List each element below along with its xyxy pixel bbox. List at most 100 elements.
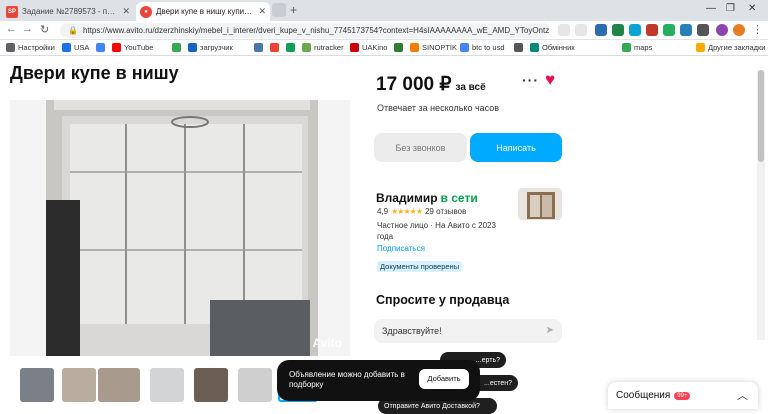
- bookmark-misc3[interactable]: [514, 43, 523, 52]
- tab-title: Задание №2789573 - просмотр з: [22, 7, 119, 16]
- bookmark-loader[interactable]: загрузчик: [188, 43, 233, 52]
- close-window-icon[interactable]: ✕: [748, 3, 756, 14]
- weather-icon: [410, 43, 419, 52]
- chevron-up-icon[interactable]: ︿: [737, 387, 748, 403]
- update-icon[interactable]: [733, 24, 745, 36]
- google-icon: [460, 43, 469, 52]
- tab-favicon-icon[interactable]: [272, 3, 286, 17]
- price: 17 000 ₽ за всё: [376, 73, 486, 96]
- thumbnail[interactable]: [62, 368, 96, 402]
- minimize-icon[interactable]: —: [706, 3, 716, 14]
- bookmark-btc[interactable]: btc to usd: [460, 43, 505, 52]
- extension-icon[interactable]: [612, 24, 624, 36]
- menu-icon[interactable]: ⋮: [752, 23, 763, 36]
- vk-icon: [254, 43, 263, 52]
- rutracker-icon: [302, 43, 311, 52]
- thumbnail[interactable]: [150, 368, 184, 402]
- bookmark-settings[interactable]: Настройки: [6, 43, 55, 52]
- extension-icon[interactable]: [680, 24, 692, 36]
- forward-icon[interactable]: →: [22, 23, 33, 35]
- close-tab-icon[interactable]: ✕: [258, 6, 266, 17]
- reviews-count: 29 отзывов: [424, 207, 467, 216]
- avito-favicon-icon: ●: [140, 5, 152, 18]
- bookmark-exchanger[interactable]: Обмінник: [530, 43, 575, 52]
- tab-avito[interactable]: ● Двери купе в нишу купить в Дзе ✕: [136, 2, 270, 21]
- bookmark-rutracker[interactable]: rutracker: [302, 43, 344, 52]
- avito-watermark: Avito: [312, 336, 342, 350]
- tab-title: Двери купе в нишу купить в Дзе: [156, 7, 254, 16]
- main-photo[interactable]: Avito: [10, 100, 350, 356]
- bookmark-maps[interactable]: maps: [622, 43, 652, 52]
- seller-rating[interactable]: 4,9 ★★★★★ 29 отзывов: [377, 207, 466, 216]
- page-scrollbar[interactable]: [757, 70, 765, 340]
- extension-icon[interactable]: [663, 24, 675, 36]
- more-options-icon[interactable]: ···: [522, 72, 539, 88]
- subscribe-link[interactable]: Подписаться: [377, 244, 425, 253]
- new-tab-icon[interactable]: +: [290, 3, 297, 17]
- extension-icon[interactable]: [646, 24, 658, 36]
- address-bar[interactable]: 🔒 https://www.avito.ru/dzerzhinskiy/mebe…: [60, 23, 550, 38]
- messages-panel[interactable]: Сообщения 99+ ︿: [608, 382, 758, 409]
- bookmark-icon: [514, 43, 523, 52]
- sp-favicon-icon: SP: [6, 5, 18, 18]
- bookmark-vk[interactable]: [254, 43, 263, 52]
- ask-seller-input[interactable]: Здравствуйте! ➤: [374, 319, 562, 343]
- reload-icon[interactable]: ↻: [40, 23, 49, 36]
- toast-add-button[interactable]: Добавить: [419, 369, 469, 389]
- no-calls-button[interactable]: Без звонков: [374, 133, 467, 162]
- share-icon[interactable]: [558, 24, 570, 36]
- bookmark-misc2[interactable]: [394, 43, 403, 52]
- seller-name-text: Владимир: [376, 191, 438, 205]
- address-toolbar: ← → ↻ 🔒 https://www.avito.ru/dzerzhinski…: [0, 21, 768, 40]
- thumbnail[interactable]: [20, 368, 54, 402]
- online-status: в сети: [440, 191, 478, 205]
- close-tab-icon[interactable]: ✕: [122, 6, 130, 17]
- bookmark-google[interactable]: [96, 43, 105, 52]
- ask-input-value: Здравствуйте!: [382, 326, 442, 336]
- rating-value: 4,9: [377, 207, 389, 216]
- maps-icon: [622, 43, 631, 52]
- extension-icon[interactable]: [595, 24, 607, 36]
- seller-avatar[interactable]: [518, 188, 562, 220]
- toast-text: Объявление можно добавить в подборку: [289, 370, 405, 389]
- url-text: https://www.avito.ru/dzerzhinskiy/mebel_…: [82, 26, 550, 35]
- listing-page: Двери купе в нишу Avito 17 000 ₽за всё: [0, 56, 768, 414]
- send-icon[interactable]: ➤: [546, 325, 554, 336]
- tab-task[interactable]: SP Задание №2789573 - просмотр з ✕: [2, 2, 134, 21]
- star-icon[interactable]: [575, 24, 587, 36]
- youtube-icon: [112, 43, 121, 52]
- bookmark-uakino[interactable]: UAKino: [350, 43, 387, 52]
- favorite-heart-icon[interactable]: ♥: [545, 70, 555, 90]
- bookmarks-bar: Настройки USA YouTube загрузчик rutracke…: [0, 40, 768, 56]
- back-icon[interactable]: ←: [6, 23, 17, 35]
- bookmark-misc[interactable]: [286, 43, 295, 52]
- extension-icon[interactable]: [629, 24, 641, 36]
- messages-badge: 99+: [674, 391, 691, 400]
- profile-avatar-icon[interactable]: [716, 24, 728, 36]
- bookmark-icon: [394, 43, 403, 52]
- bookmark-sinoptik[interactable]: SINOPTIK: [410, 43, 457, 52]
- write-button[interactable]: Написать: [470, 133, 562, 162]
- mail-icon: [270, 43, 279, 52]
- drive-icon: [172, 43, 181, 52]
- bookmark-other[interactable]: Другие закладки: [696, 43, 765, 52]
- thumbnail[interactable]: [194, 368, 228, 402]
- bookmark-usa[interactable]: USA: [62, 43, 89, 52]
- folder-icon: [696, 43, 705, 52]
- seller-avatar-image: [519, 189, 561, 219]
- price-value: 17 000 ₽: [376, 74, 452, 95]
- gear-icon: [6, 43, 15, 52]
- bookmark-youtube[interactable]: YouTube: [112, 43, 153, 52]
- folder-icon: [62, 43, 71, 52]
- extensions-puzzle-icon[interactable]: [697, 24, 709, 36]
- browser-tab-bar: SP Задание №2789573 - просмотр з ✕ ● Две…: [0, 0, 768, 21]
- bookmark-drive[interactable]: [172, 43, 181, 52]
- seller-name[interactable]: Владимир в сети: [376, 191, 478, 205]
- wardrobe-photo-image: [10, 100, 350, 356]
- thumbnail[interactable]: [238, 368, 272, 402]
- thumbnail[interactable]: [98, 368, 140, 402]
- documents-verified-badge: Документы проверены: [377, 261, 463, 272]
- bookmark-mail[interactable]: [270, 43, 279, 52]
- scrollbar-thumb[interactable]: [758, 70, 764, 162]
- maximize-icon[interactable]: ❐: [726, 3, 735, 14]
